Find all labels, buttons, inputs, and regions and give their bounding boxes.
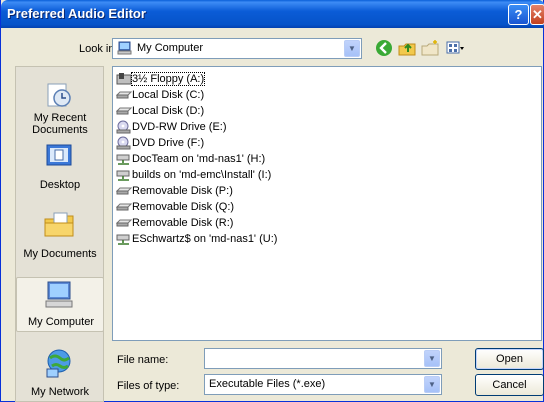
place-my-network[interactable]: My Network xyxy=(16,347,104,401)
file-name: Local Disk (D:) xyxy=(132,105,205,117)
view-menu-icon[interactable] xyxy=(445,38,465,58)
chevron-down-icon[interactable]: ▼ xyxy=(344,40,360,57)
file-dialog: Preferred Audio Editor ? ✕ Look in: My C… xyxy=(0,0,544,402)
file-type-value: Executable Files (*.exe) xyxy=(209,378,326,390)
file-list[interactable]: 3½ Floppy (A:) Local Disk (C:) Local Dis… xyxy=(112,66,542,341)
open-button[interactable]: Open xyxy=(475,348,544,370)
place-my-computer[interactable]: My Computer xyxy=(16,277,104,332)
new-folder-icon[interactable] xyxy=(420,38,440,58)
file-name: DVD-RW Drive (E:) xyxy=(132,121,227,133)
place-desktop[interactable]: Desktop xyxy=(16,143,104,193)
file-type-select[interactable]: Executable Files (*.exe) ▼ xyxy=(204,374,442,395)
file-name: builds on 'md-emc\Install' (I:) xyxy=(132,169,272,181)
cancel-button[interactable]: Cancel xyxy=(475,374,544,396)
hard-disk-icon xyxy=(116,219,132,227)
title-bar[interactable]: Preferred Audio Editor ? ✕ xyxy=(1,0,544,28)
file-name: Local Disk (C:) xyxy=(132,89,205,101)
look-in-combo[interactable]: My Computer ▼ xyxy=(112,38,362,59)
back-arrow-icon[interactable] xyxy=(374,38,394,58)
place-label: My Recent Documents xyxy=(32,112,88,136)
place-my-recent-documents[interactable]: My Recent Documents xyxy=(16,79,104,139)
file-name: DVD Drive (F:) xyxy=(132,137,205,149)
close-button[interactable]: ✕ xyxy=(530,4,544,25)
my-network-icon xyxy=(46,349,71,378)
my-computer-icon xyxy=(45,281,73,308)
file-name: DocTeam on 'md-nas1' (H:) xyxy=(132,153,266,165)
up-folder-icon[interactable] xyxy=(397,38,417,58)
network-drive-icon xyxy=(116,154,130,165)
place-label: My Computer xyxy=(27,316,95,328)
hard-disk-icon xyxy=(116,107,132,115)
floppy-drive-icon xyxy=(116,73,132,85)
optical-drive-icon xyxy=(116,120,131,134)
desktop-icon xyxy=(46,144,72,166)
file-name: Removable Disk (Q:) xyxy=(132,201,235,213)
place-label: My Network xyxy=(30,386,90,398)
window-title: Preferred Audio Editor xyxy=(7,6,146,21)
chevron-down-icon[interactable]: ▼ xyxy=(424,350,440,367)
my-computer-icon xyxy=(117,41,132,55)
file-name: ESchwartz$ on 'md-nas1' (U:) xyxy=(132,233,278,245)
optical-drive-icon xyxy=(116,136,131,150)
network-drive-icon xyxy=(116,170,130,181)
file-name-input[interactable]: ▼ xyxy=(204,348,442,369)
recent-documents-icon xyxy=(47,83,71,107)
file-name: Removable Disk (P:) xyxy=(132,185,233,197)
place-label: My Documents xyxy=(23,248,97,260)
place-label: Desktop xyxy=(39,179,81,191)
network-drive-icon xyxy=(116,234,130,245)
hard-disk-icon xyxy=(116,203,132,211)
chevron-down-icon[interactable]: ▼ xyxy=(424,376,440,393)
file-name: Removable Disk (R:) xyxy=(132,217,234,229)
my-documents-icon xyxy=(44,212,74,237)
file-name: 3½ Floppy (A:) xyxy=(130,72,206,86)
file-type-label: Files of type: xyxy=(117,380,180,392)
hard-disk-icon xyxy=(116,187,132,195)
look-in-value: My Computer xyxy=(137,42,204,54)
place-my-documents[interactable]: My Documents xyxy=(16,207,104,261)
help-button[interactable]: ? xyxy=(508,4,529,25)
places-bar: My Recent Documents Desktop My Documents xyxy=(15,66,104,402)
file-name-label: File name: xyxy=(117,354,169,366)
hard-disk-icon xyxy=(116,91,132,99)
